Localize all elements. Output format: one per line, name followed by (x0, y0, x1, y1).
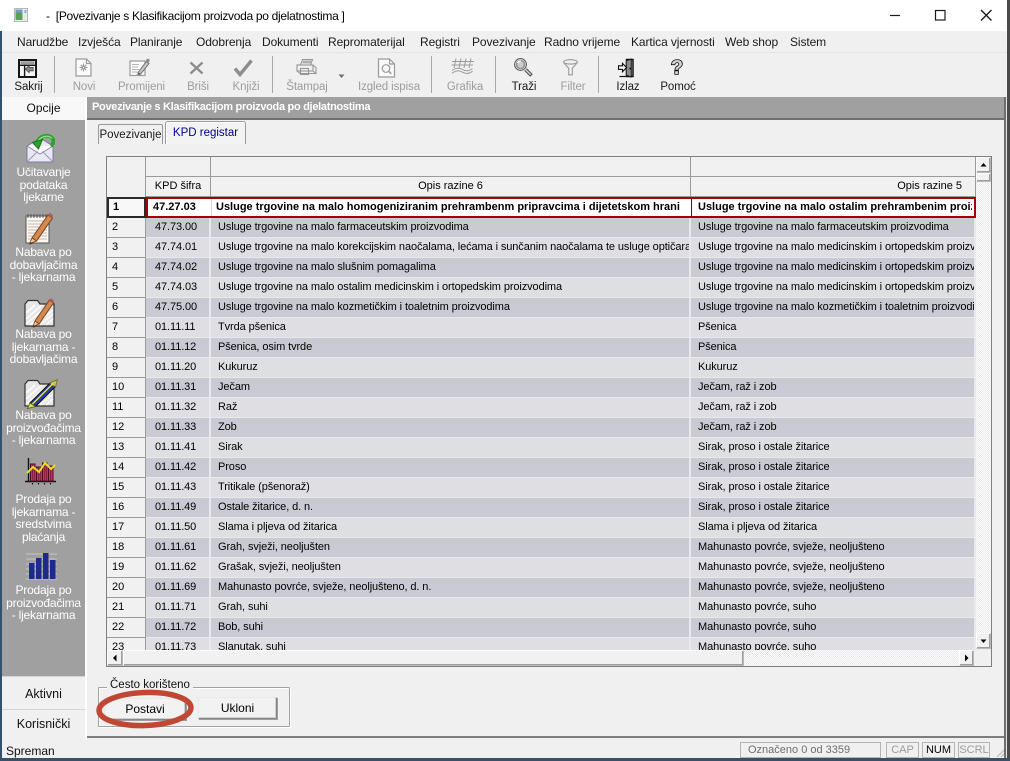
svg-text:?: ? (671, 57, 683, 78)
